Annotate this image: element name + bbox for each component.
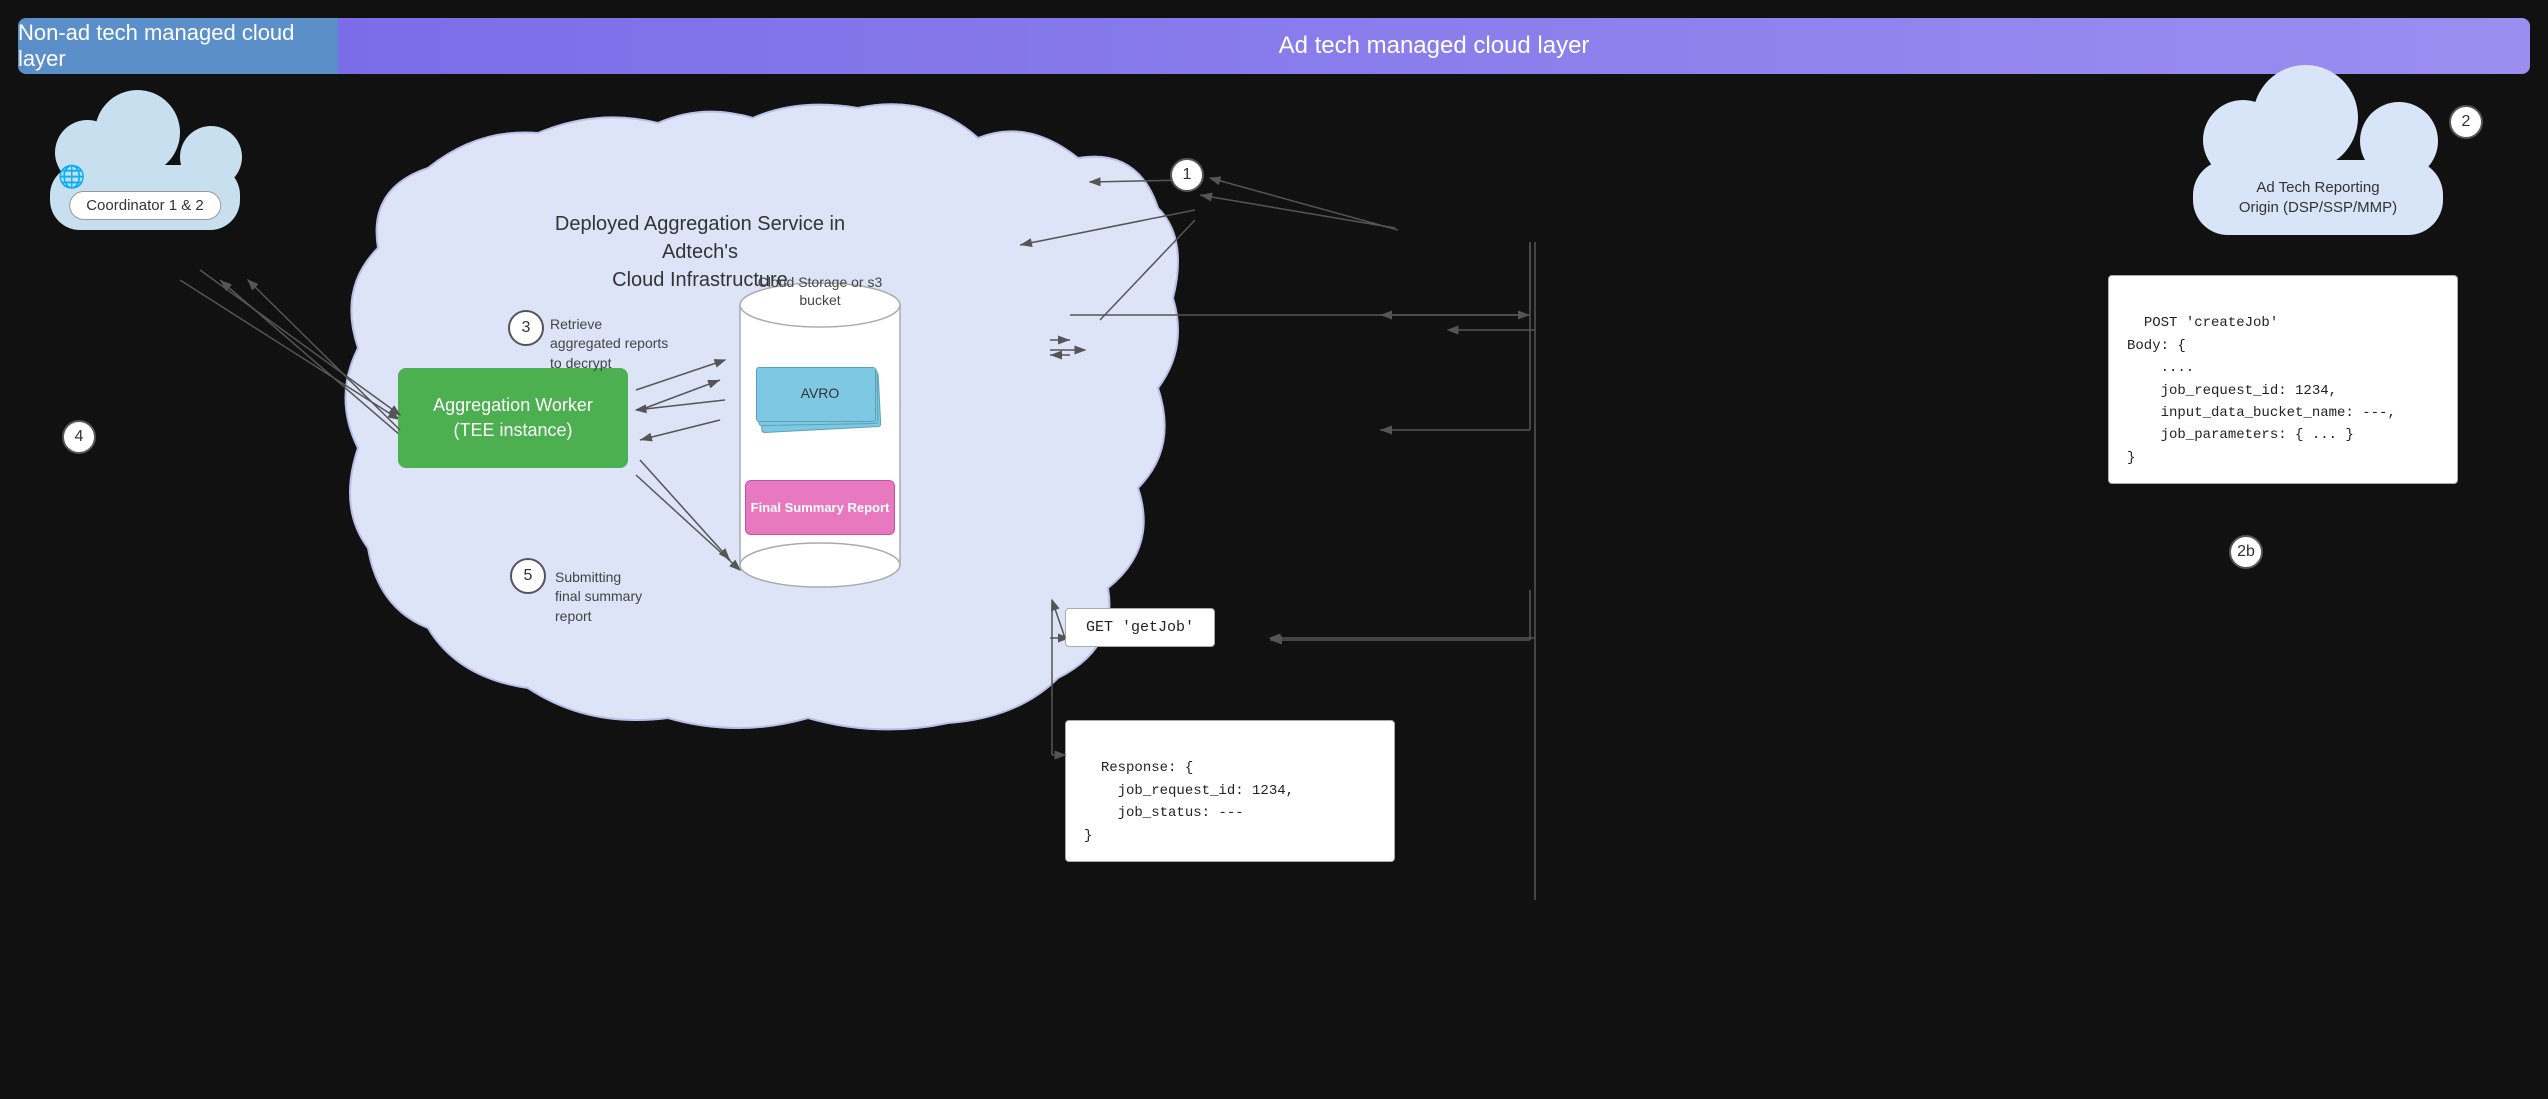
coordinator-cloud: 🌐 Coordinator 1 & 2	[30, 100, 260, 230]
create-job-box: POST 'createJob' Body: { .... job_reques…	[2108, 275, 2458, 484]
non-ad-tech-label: Non-ad tech managed cloud layer	[18, 20, 338, 72]
step3-circle: 3	[508, 310, 544, 346]
worker-box: Aggregation Worker (TEE instance)	[398, 368, 628, 468]
step4-badge: 4	[62, 420, 96, 454]
coordinator-label: Coordinator 1 & 2	[69, 191, 221, 220]
avro-stack: AVRO	[750, 365, 890, 445]
step2-badge: 2	[2449, 105, 2483, 139]
non-ad-tech-banner: Non-ad tech managed cloud layer	[18, 18, 338, 74]
ad-tech-banner: Ad tech managed cloud layer	[338, 18, 2530, 74]
step1-badge: 1	[1170, 158, 1204, 192]
step2b-badge: 2b	[2229, 535, 2263, 569]
get-job-box: GET 'getJob'	[1065, 608, 1215, 647]
cylinder: Cloud Storage or s3 bucket AVRO Final Su…	[730, 265, 910, 605]
storage-label: Cloud Storage or s3 bucket	[730, 273, 910, 309]
top-banners: Non-ad tech managed cloud layer Ad tech …	[18, 18, 2530, 74]
step5-circle: 5	[510, 558, 546, 594]
ad-tech-label: Ad tech managed cloud layer	[1279, 32, 1590, 60]
final-report-box: Final Summary Report	[745, 480, 895, 535]
step5-label: Submitting final summary report	[555, 548, 642, 626]
adtech-label: Ad Tech Reporting Origin (DSP/SSP/MMP)	[2183, 178, 2453, 217]
adtech-cloud: Ad Tech Reporting Origin (DSP/SSP/MMP)	[2183, 95, 2453, 235]
step3-label: Retrieve aggregated reports to decrypt	[550, 295, 668, 373]
avro-label: AVRO	[750, 385, 890, 401]
response-box: Response: { job_request_id: 1234, job_st…	[1065, 720, 1395, 862]
